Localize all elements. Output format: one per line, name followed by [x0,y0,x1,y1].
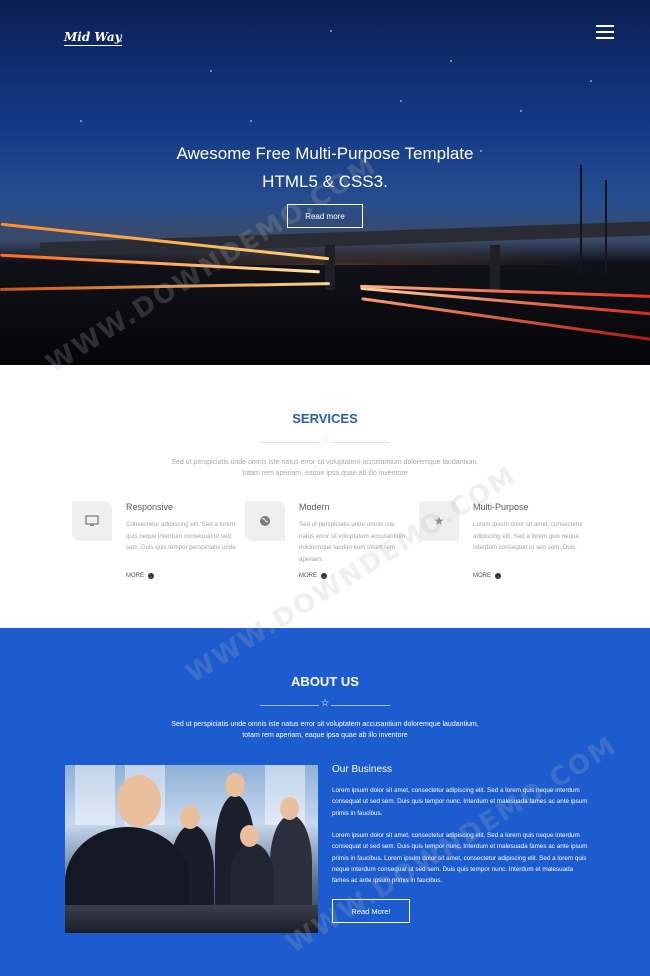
service-more-link[interactable]: MORE › [299,573,327,579]
more-label: MORE [299,573,317,579]
business-paragraph: Lorem ipsum dolor sit amet, consectetur … [332,787,588,817]
read-more-button[interactable]: Read More! [332,899,410,923]
subtitle-line: Sed ut perspiciatis unde omnis iste natu… [171,459,479,466]
service-description: Lorem ipsum dolor sit amet, consectetur … [473,521,584,551]
monitor-icon [72,501,112,541]
services-section: SERVICES ☆ Sed ut perspiciatis unde omni… [0,365,650,628]
star-icon: ☆ [319,698,331,709]
star-icon: ★ [419,501,459,541]
hero-heading-line2: HTML5 & CSS3. [262,172,388,191]
business-paragraph: Lorem ipsum dolor sit amet, consectetur … [332,832,588,885]
hero-heading-line1: Awesome Free Multi-Purpose Template [176,144,474,163]
chevron-right-icon: › [495,573,501,579]
more-label: MORE [473,573,491,579]
service-more-link[interactable]: MORE › [473,573,501,579]
person-head [225,773,245,797]
subtitle-line: Sed ut perspiciatis unde omnis iste natu… [171,721,479,728]
about-section: ABOUT US ☆ Sed ut perspiciatis unde omni… [0,628,650,976]
about-title: ABOUT US [291,674,359,689]
service-description: Sed ut perspiciatis unde omnis iste natu… [299,521,406,563]
services-title: SERVICES [292,411,358,426]
star-icon: ☆ [319,435,331,446]
chevron-right-icon: › [321,573,327,579]
hero-banner: Mid Way Awesome Free Multi-Purpose Templ… [0,0,650,365]
subtitle-line: totam rem aperiam, eaque ipsa quae ab il… [242,470,408,477]
globe-icon [245,501,285,541]
service-title: Modern [299,502,330,512]
service-title: Multi-Purpose [473,502,529,512]
chevron-right-icon: › [148,573,154,579]
business-title: Our Business [332,764,393,775]
hamburger-menu-icon[interactable] [596,25,614,39]
service-title: Responsive [126,502,174,512]
person [270,815,312,910]
light-pole [605,180,607,275]
team-photo [65,765,318,933]
conference-table [65,905,318,933]
service-more-link[interactable]: MORE › [126,573,154,579]
person [230,843,274,913]
person-head [280,797,299,820]
about-subtitle: Sed ut perspiciatis unde omnis iste natu… [0,719,650,741]
more-label: MORE [126,573,144,579]
service-description: Consectetur adipiscing elit. Sed a lorem… [126,521,238,551]
person-head [117,775,161,827]
subtitle-line: totam rem aperiam, eaque ipsa quae ab il… [242,732,408,739]
site-logo[interactable]: Mid Way [64,30,122,46]
services-subtitle: Sed ut perspiciatis unde omnis iste natu… [0,457,650,479]
read-more-button[interactable]: Read more [287,204,363,228]
bridge-pillar [490,245,500,290]
office-window [75,765,115,825]
person-head [180,805,200,829]
person-head [240,825,259,847]
